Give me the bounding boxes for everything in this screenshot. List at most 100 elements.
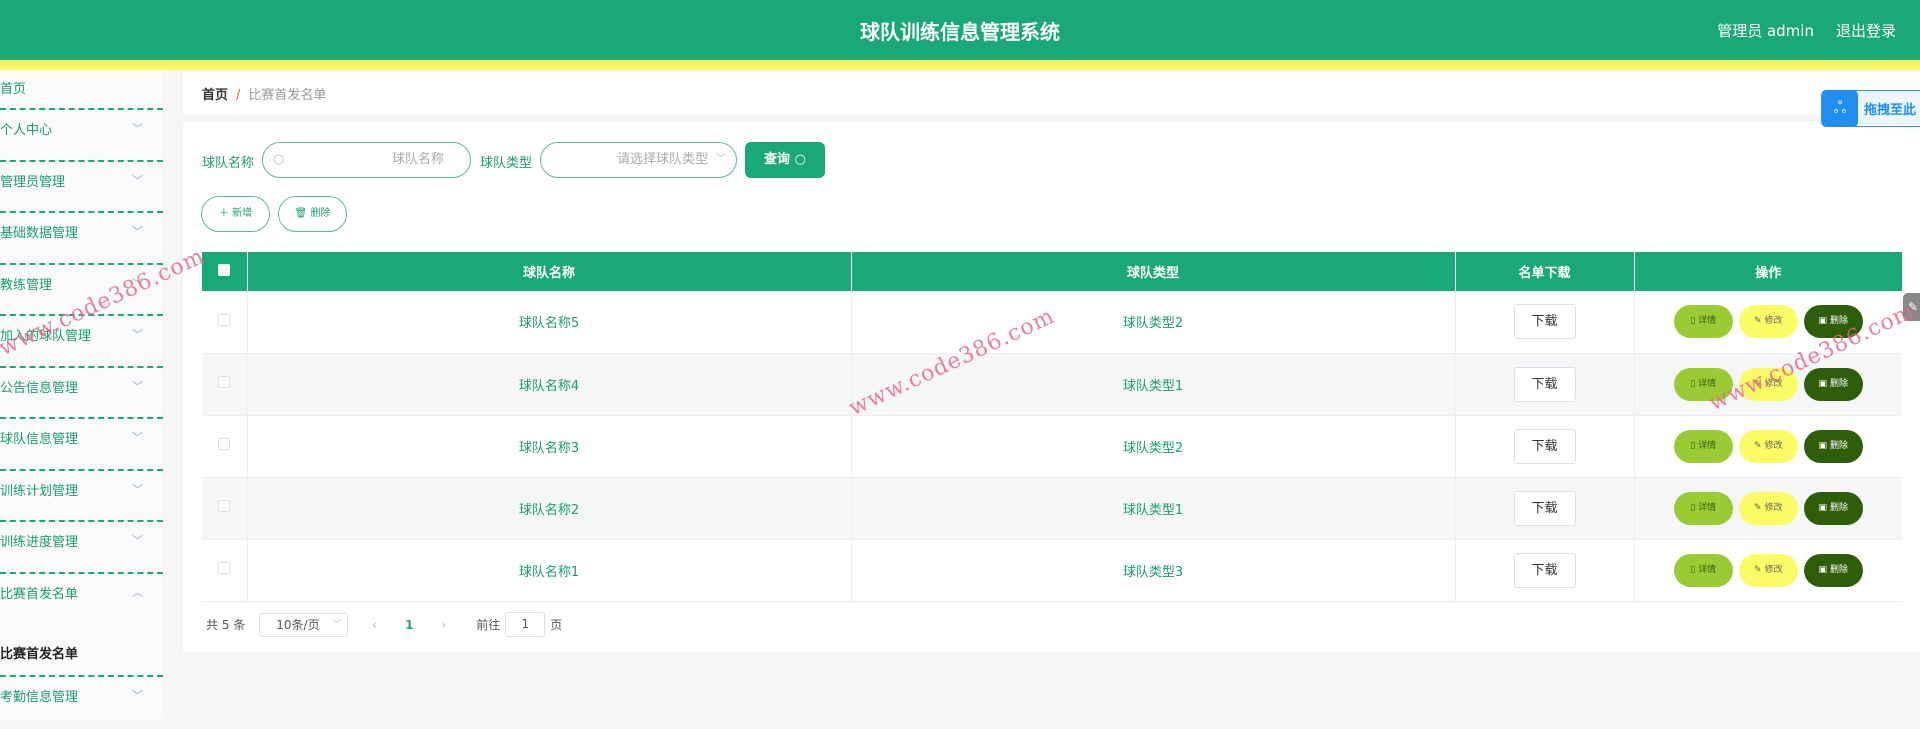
sidebar-item-label: 公告信息管理	[0, 380, 79, 396]
document-icon: ▯	[1690, 502, 1696, 513]
select-all-checkbox-cell	[202, 252, 248, 291]
chevron-down-icon: ﹀	[132, 225, 143, 238]
detail-label: 详情	[1698, 440, 1717, 451]
page-number[interactable]: 1	[405, 618, 413, 632]
sidebar-item-label: 教练管理	[0, 277, 53, 293]
detail-label: 详情	[1698, 502, 1717, 513]
page-suffix: 页	[550, 618, 563, 632]
edit-button[interactable]: ✎ 修改	[1738, 553, 1798, 587]
download-button[interactable]: 下载	[1513, 366, 1576, 402]
sidebar-item[interactable]: 公告信息管理 ﹀	[0, 368, 163, 419]
sidebar-item[interactable]: 个人中心 ﹀	[0, 110, 163, 162]
delete-row-button[interactable]: ▣ 删除	[1803, 553, 1863, 587]
delete-label: 删除	[1829, 502, 1848, 513]
download-button[interactable]: 下载	[1513, 490, 1576, 526]
goto-label: 前往	[476, 618, 501, 632]
team-type-placeholder: 请选择球队类型	[616, 152, 708, 167]
delete-row-button[interactable]: ▣ 删除	[1803, 429, 1863, 463]
delete-row-button[interactable]: ▣ 删除	[1803, 367, 1863, 401]
sidebar-item-label: 基础数据管理	[0, 226, 79, 241]
delete-button[interactable]: 🗑 删除	[278, 196, 347, 232]
row-checkbox[interactable]	[218, 313, 231, 326]
sidebar-item[interactable]: 加入的球队管理 ﹀	[0, 316, 163, 368]
sidebar-item[interactable]: 教练管理 ﹀	[0, 265, 163, 316]
sidebar-subitem-active[interactable]: 比赛首发名单	[0, 625, 163, 677]
header-team-name: 球队名称	[247, 252, 852, 291]
edit-button[interactable]: ✎ 修改	[1738, 429, 1798, 463]
download-button[interactable]: 下载	[1513, 304, 1576, 340]
detail-button[interactable]: ▯ 详情	[1673, 491, 1733, 525]
team-type-select[interactable]: 请选择球队类型 ﹀	[540, 142, 737, 178]
download-cell: 下载	[1455, 477, 1635, 540]
team-type-cell: 球队类型2	[851, 415, 1456, 478]
sidebar-item[interactable]: 比赛首发名单 ︿	[0, 574, 163, 626]
page-size-select[interactable]: 10条/页 ﹀	[259, 612, 349, 637]
detail-button[interactable]: ▯ 详情	[1673, 429, 1733, 463]
detail-button[interactable]: ▯ 详情	[1673, 367, 1733, 401]
document-icon: ▯	[1690, 316, 1696, 327]
delete-label: 删除	[1829, 378, 1848, 389]
team-name-cell: 球队名称4	[247, 353, 852, 416]
sidebar-item[interactable]: 训练计划管理 ﹀	[0, 471, 163, 522]
current-user: 管理员 admin	[1717, 22, 1814, 40]
actions-cell: ▯ 详情 ✎ 修改 ▣ 删除	[1634, 353, 1902, 416]
download-cell: 下载	[1455, 353, 1635, 416]
row-checkbox[interactable]	[218, 500, 231, 512]
actions-cell: ▯ 详情 ✎ 修改 ▣ 删除	[1634, 477, 1902, 540]
add-button[interactable]: ＋ 新增	[201, 196, 270, 232]
drag-drop-widget[interactable]: ஃ 拖拽至此	[1821, 90, 1920, 127]
actions-cell: ▯ 详情 ✎ 修改 ▣ 删除	[1634, 291, 1902, 354]
chevron-down-icon: ﹀	[132, 122, 143, 135]
delete-label: 删除	[1829, 316, 1848, 327]
sidebar-item[interactable]: 管理员管理 ﹀	[0, 162, 163, 213]
breadcrumb-home[interactable]: 首页	[202, 88, 228, 103]
edit-button[interactable]: ✎ 修改	[1738, 367, 1798, 401]
top-header: 球队训练信息管理系统 管理员 admin 退出登录	[0, 0, 1920, 60]
sidebar-item[interactable]: 考勤信息管理 ﹀	[0, 677, 163, 729]
breadcrumb-separator: /	[236, 88, 241, 103]
team-name-input[interactable]: ○ 球队名称	[262, 142, 471, 178]
document-icon: ▯	[1690, 564, 1696, 575]
delete-label: 删除	[1829, 564, 1848, 575]
row-checkbox-cell	[202, 291, 248, 354]
select-all-checkbox[interactable]	[218, 263, 231, 276]
detail-button[interactable]: ▯ 详情	[1673, 553, 1733, 587]
sidebar-item-label: 个人中心	[0, 123, 53, 138]
goto-page-input[interactable]: 1	[505, 612, 546, 637]
next-page-button[interactable]: ›	[441, 618, 446, 632]
query-button[interactable]: 查询 ○	[745, 142, 825, 178]
download-button[interactable]: 下载	[1513, 552, 1576, 588]
row-checkbox[interactable]	[218, 376, 231, 388]
download-button[interactable]: 下载	[1513, 428, 1576, 464]
prev-page-button[interactable]: ‹	[372, 618, 377, 632]
edit-button[interactable]: ✎ 修改	[1738, 491, 1798, 525]
download-cell: 下载	[1455, 539, 1635, 602]
download-cell: 下载	[1455, 291, 1635, 354]
magic-wand-icon[interactable]: ✎	[1903, 293, 1920, 321]
sidebar-item[interactable]: 基础数据管理 ﹀	[0, 213, 163, 265]
row-checkbox[interactable]	[218, 562, 231, 574]
edit-label: 修改	[1764, 564, 1783, 575]
trash-icon: ▣	[1818, 440, 1828, 451]
row-checkbox[interactable]	[218, 438, 231, 450]
team-name-placeholder: 球队名称	[391, 152, 444, 167]
sidebar-item[interactable]: 球队信息管理 ﹀	[0, 419, 163, 471]
edit-button[interactable]: ✎ 修改	[1738, 305, 1798, 339]
chevron-down-icon: ﹀	[132, 379, 143, 393]
sidebar-item[interactable]: 首页	[0, 70, 163, 110]
add-label: 新增	[232, 208, 253, 219]
chevron-down-icon: ﹀	[132, 276, 143, 290]
sidebar-item[interactable]: 训练进度管理 ﹀	[0, 522, 163, 574]
detail-label: 详情	[1698, 316, 1717, 327]
delete-row-button[interactable]: ▣ 删除	[1803, 305, 1863, 339]
total-count: 共 5 条	[206, 618, 246, 632]
delete-row-button[interactable]: ▣ 删除	[1803, 491, 1863, 525]
chevron-down-icon: ﹀	[132, 431, 143, 444]
plus-icon: ＋	[218, 208, 229, 219]
edit-label: 修改	[1764, 378, 1783, 389]
edit-label: 修改	[1764, 316, 1783, 327]
sidebar-item-label: 首页	[0, 82, 27, 97]
logout-link[interactable]: 退出登录	[1836, 20, 1896, 41]
detail-button[interactable]: ▯ 详情	[1673, 305, 1733, 339]
edit-icon: ✎	[1754, 564, 1762, 575]
